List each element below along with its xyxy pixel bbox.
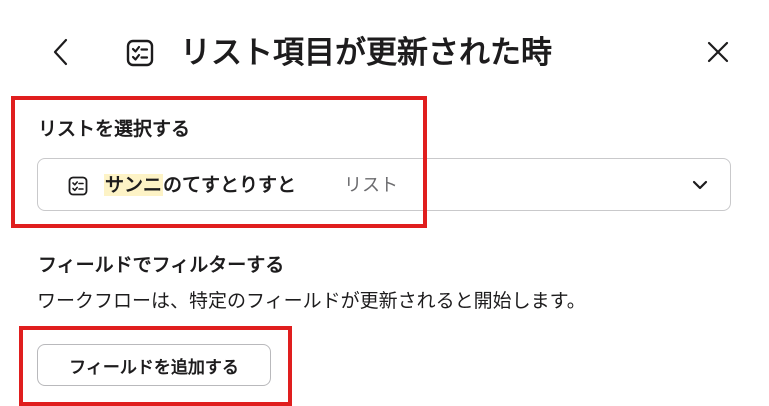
trigger-config-panel: リスト項目が更新された時 リストを選択する サンニのてすとりすと リスト フィー… <box>0 0 769 406</box>
page-title: リスト項目が更新された時 <box>180 35 552 71</box>
search-highlight: サンニ <box>104 174 164 196</box>
list-check-icon <box>68 176 88 196</box>
list-select-dropdown[interactable]: サンニのてすとりすと リスト <box>37 158 731 211</box>
chevron-down-icon <box>692 180 708 190</box>
close-icon <box>707 41 729 63</box>
list-check-icon <box>126 39 154 67</box>
filter-section-label: フィールドでフィルターする <box>38 254 285 276</box>
list-select-label: リストを選択する <box>38 118 191 140</box>
selected-list-name: サンニのてすとりすと <box>104 170 296 200</box>
panel-header: リスト項目が更新された時 <box>0 0 769 100</box>
selected-list-name-rest: のてすとりすと <box>163 174 297 196</box>
selected-list-type: リスト <box>344 175 398 196</box>
close-button[interactable] <box>700 34 736 70</box>
add-field-button[interactable]: フィールドを追加する <box>37 344 271 386</box>
back-button[interactable] <box>44 34 78 70</box>
chevron-left-icon <box>53 38 68 66</box>
filter-description: ワークフローは、特定のフィールドが更新されると開始します。 <box>37 290 586 312</box>
